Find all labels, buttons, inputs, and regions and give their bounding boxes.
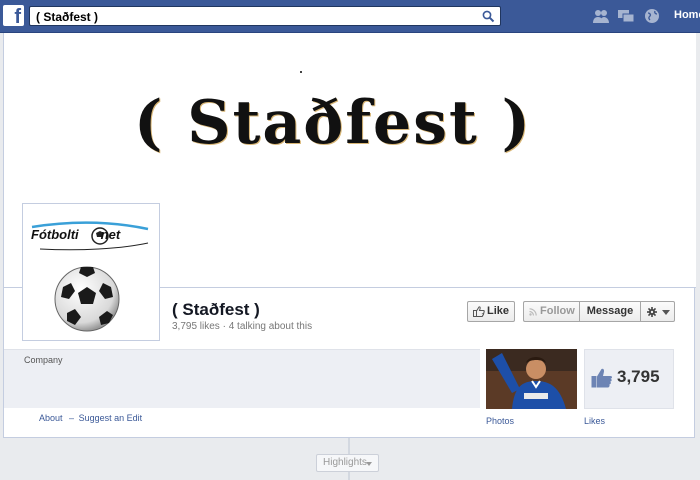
page-stats: 3,795 likes · 4 talking about this — [172, 321, 313, 332]
chevron-down-icon — [662, 310, 670, 315]
about-separator: – — [69, 413, 75, 423]
about-panel — [4, 349, 480, 408]
settings-dropdown-button[interactable] — [641, 301, 675, 322]
search-box[interactable] — [29, 6, 501, 26]
page-name[interactable]: ( Staðfest ) — [172, 300, 260, 320]
likes-count: 3,795 — [617, 367, 660, 386]
search-icon[interactable] — [482, 10, 495, 23]
suggest-edit-link[interactable]: Suggest an Edit — [79, 413, 143, 423]
search-input[interactable] — [36, 9, 476, 24]
page-category: Company — [24, 355, 63, 365]
cover-speck — [300, 71, 302, 73]
about-links: About – Suggest an Edit — [39, 413, 142, 423]
likes-app-label[interactable]: Likes — [584, 416, 605, 426]
messages-icon[interactable] — [617, 8, 635, 24]
facebook-logo[interactable]: f — [3, 5, 24, 26]
message-button-label: Message — [586, 305, 634, 317]
player-photo — [486, 349, 577, 409]
like-button[interactable]: Like — [467, 301, 515, 322]
page-header-card: ( Staðfest ) Fótbolti net (Staðfest) 3… — [3, 33, 696, 438]
highlights-label: Highlights — [323, 457, 367, 468]
rss-icon — [529, 308, 537, 316]
profile-logo: Fótbolti net — [26, 207, 156, 337]
likes-app-box[interactable]: 3,795 — [584, 349, 674, 409]
top-bar: f Home — [0, 0, 700, 33]
likes-thumb-icon — [591, 368, 612, 388]
home-link[interactable]: Home — [674, 9, 700, 21]
photos-app-thumbnail[interactable] — [486, 349, 577, 409]
follow-button[interactable]: Follow — [523, 301, 579, 322]
chevron-down-icon — [366, 462, 372, 466]
thumbs-up-icon — [473, 306, 485, 317]
follow-button-label: Follow — [540, 305, 575, 317]
notifications-globe-icon[interactable] — [643, 8, 661, 24]
cover-title-text: ( Staðfest ) — [134, 88, 532, 158]
friend-requests-icon[interactable] — [592, 8, 610, 24]
message-button[interactable]: Message — [579, 301, 641, 322]
logo-wordmark: Fótbolti net — [31, 227, 121, 242]
highlights-dropdown[interactable]: Highlights — [316, 454, 379, 472]
about-link[interactable]: About — [39, 413, 63, 423]
gear-icon — [647, 307, 657, 317]
soccer-ball-icon — [54, 266, 120, 332]
profile-picture[interactable]: Fótbolti net — [22, 203, 160, 341]
like-button-label: Like — [487, 305, 510, 317]
photos-app-label[interactable]: Photos — [486, 416, 514, 426]
